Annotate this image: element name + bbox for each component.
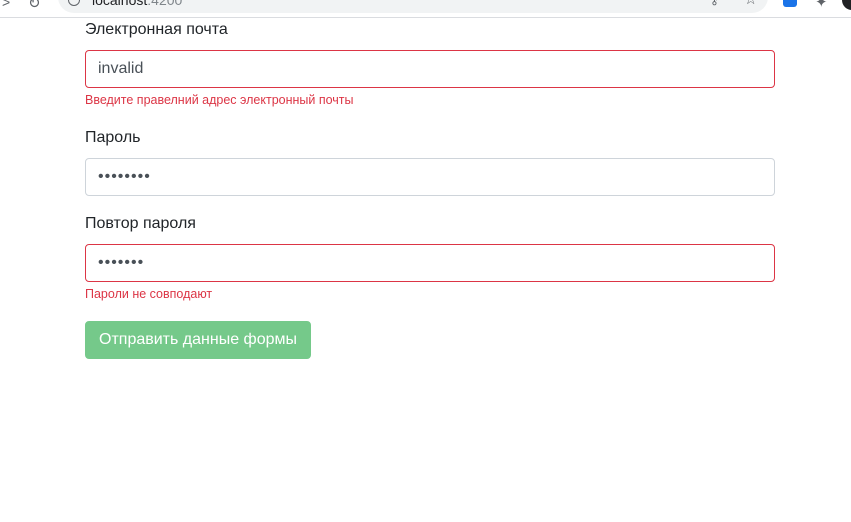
star-icon[interactable]: ☆ (744, 0, 757, 8)
info-icon[interactable] (68, 0, 80, 6)
reload-icon[interactable]: ↻ (28, 0, 41, 12)
submit-button[interactable]: Отправить данные формы (85, 321, 311, 359)
confirm-password-label: Повтор пароля (85, 215, 196, 232)
avatar[interactable] (842, 0, 851, 10)
address-bar[interactable]: localhost:4200 ⚷ ☆ (58, 0, 768, 13)
email-error: Введите правелний адрес электронный почт… (85, 93, 354, 107)
browser-toolbar: > ↻ localhost:4200 ⚷ ☆ ✦ (0, 0, 851, 18)
registration-form: Электронная почта Введите правелний адре… (85, 18, 775, 359)
confirm-password-field[interactable] (85, 244, 775, 282)
password-field[interactable] (85, 158, 775, 196)
confirm-password-error: Пароли не совподают (85, 287, 213, 301)
password-group: Пароль (85, 126, 775, 196)
email-field[interactable] (85, 50, 775, 88)
email-group: Электронная почта Введите правелний адре… (85, 18, 775, 108)
email-label: Электронная почта (85, 21, 228, 38)
puzzle-icon[interactable]: ✦ (815, 0, 828, 11)
url-host: localhost (92, 0, 148, 8)
url-port: :4200 (147, 0, 183, 8)
confirm-password-group: Повтор пароля Пароли не совподают (85, 212, 775, 302)
forward-icon[interactable]: > (2, 0, 10, 10)
extension-icon[interactable] (783, 0, 797, 7)
password-label: Пароль (85, 129, 141, 146)
key-icon[interactable]: ⚷ (710, 0, 719, 7)
url-text: localhost:4200 (92, 0, 182, 8)
